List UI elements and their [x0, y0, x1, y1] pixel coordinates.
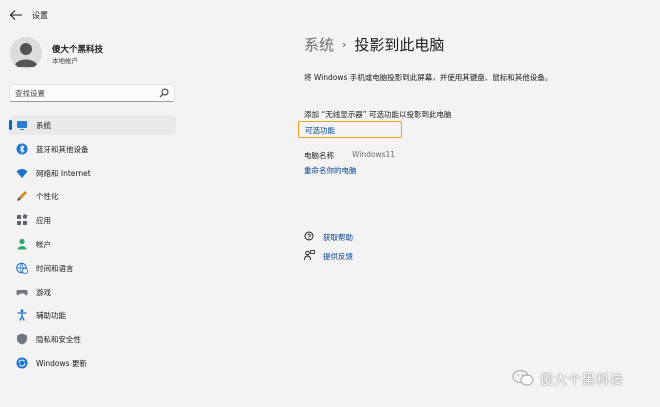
rename-pc-link[interactable]: 重命名你的电脑: [304, 165, 357, 176]
sidebar-item-label: 辅助功能: [36, 311, 66, 321]
sidebar-item-gaming[interactable]: 游戏: [9, 282, 176, 302]
sidebar-item-windows-update[interactable]: Windows 更新: [9, 353, 176, 373]
sidebar-item-label: 帐户: [36, 239, 51, 249]
sidebar-item-time-language[interactable]: 时间和语言: [9, 258, 176, 278]
optional-features-link[interactable]: 可选功能: [305, 125, 335, 136]
add-wireless-display-text: 添加 “无线显示器” 可选功能以投影到此电脑: [304, 110, 452, 119]
shield-icon: [17, 333, 27, 345]
sidebar-item-label: 个性化: [36, 192, 59, 202]
search-box[interactable]: [9, 84, 175, 102]
gamepad-icon: [16, 289, 28, 295]
sidebar-item-apps[interactable]: 应用: [9, 210, 176, 230]
sidebar-item-privacy[interactable]: 隐私和安全性: [9, 329, 176, 349]
breadcrumb-separator: ›: [342, 38, 347, 51]
pc-name-label: 电脑名称: [304, 151, 334, 160]
feedback-icon: [304, 250, 315, 261]
person-icon: [17, 238, 27, 250]
get-help-label[interactable]: 获取帮助: [323, 232, 353, 243]
sidebar-item-label: 应用: [36, 216, 51, 226]
apps-icon: [17, 214, 28, 226]
watermark-text: 傻大个黑科技: [540, 373, 625, 388]
user-name: 傻大个黑科技: [52, 45, 104, 55]
watermark: 傻大个黑科技: [512, 367, 652, 389]
sidebar-item-label: 隐私和安全性: [36, 335, 81, 345]
sidebar-nav: 系统 蓝牙和其他设备 网络和 Internet 个性化 应用 帐户 时间和语言 …: [9, 115, 176, 377]
active-indicator: [9, 120, 12, 130]
sidebar-item-label: 系统: [36, 121, 51, 130]
sidebar-item-label: 游戏: [36, 287, 51, 297]
user-avatar-icon: [14, 43, 38, 67]
give-feedback-label[interactable]: 提供反馈: [323, 251, 353, 262]
help-chat-icon: [304, 231, 314, 241]
account-type: 本地帐户: [52, 57, 78, 65]
title-bar: 设置: [0, 0, 660, 30]
sidebar-item-bluetooth[interactable]: 蓝牙和其他设备: [9, 139, 176, 159]
breadcrumb-parent[interactable]: 系统: [304, 36, 334, 54]
bluetooth-icon: [16, 143, 28, 155]
pc-name-value: Windows11: [352, 150, 396, 159]
breadcrumb: 系统 › 投影到此电脑: [304, 34, 444, 55]
sidebar-item-system[interactable]: 系统: [9, 115, 176, 135]
search-input[interactable]: [15, 87, 155, 99]
wifi-icon: [16, 168, 28, 178]
update-icon: [16, 357, 28, 369]
globe-clock-icon: [16, 262, 28, 274]
user-profile[interactable]: 傻大个黑科技 本地帐户: [10, 37, 180, 69]
sidebar-item-label: Windows 更新: [36, 358, 87, 368]
app-title: 设置: [32, 11, 48, 20]
sidebar-item-label: 网络和 Internet: [36, 168, 91, 178]
optional-features-highlight: 可选功能: [298, 121, 402, 138]
sidebar-item-label: 蓝牙和其他设备: [36, 144, 89, 154]
brush-icon: [17, 191, 27, 202]
sidebar-item-personalization[interactable]: 个性化: [9, 186, 176, 206]
monitor-icon: [17, 121, 27, 130]
wechat-logo-icon: [512, 369, 534, 386]
back-arrow-icon[interactable]: [9, 9, 23, 21]
page-title: 投影到此电脑: [354, 36, 445, 54]
avatar: [10, 37, 42, 69]
sidebar-item-accessibility[interactable]: 辅助功能: [9, 305, 176, 325]
sidebar-item-accounts[interactable]: 帐户: [9, 234, 176, 254]
sidebar-item-network[interactable]: 网络和 Internet: [9, 163, 176, 183]
accessibility-icon: [17, 309, 27, 322]
sidebar-item-label: 时间和语言: [36, 263, 74, 273]
search-icon[interactable]: [159, 88, 169, 98]
page-description: 将 Windows 手机或电脑投影到此屏幕，并使用其键盘、鼠标和其他设备。: [304, 73, 553, 82]
